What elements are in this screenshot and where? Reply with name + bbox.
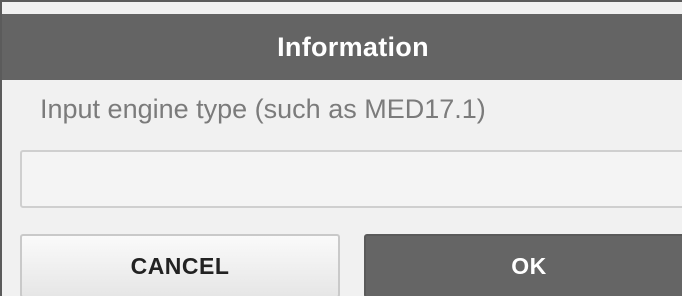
- cancel-button[interactable]: CANCEL: [20, 234, 340, 298]
- dialog-title-bar: Information: [2, 14, 682, 80]
- ok-button[interactable]: OK: [364, 234, 682, 298]
- engine-type-input[interactable]: [20, 150, 682, 208]
- dialog-title: Information: [277, 31, 429, 62]
- bottom-strip: [0, 296, 682, 300]
- dialog-message: Input engine type (such as MED17.1): [40, 94, 486, 124]
- information-dialog: Information Input engine type (such as M…: [0, 0, 682, 300]
